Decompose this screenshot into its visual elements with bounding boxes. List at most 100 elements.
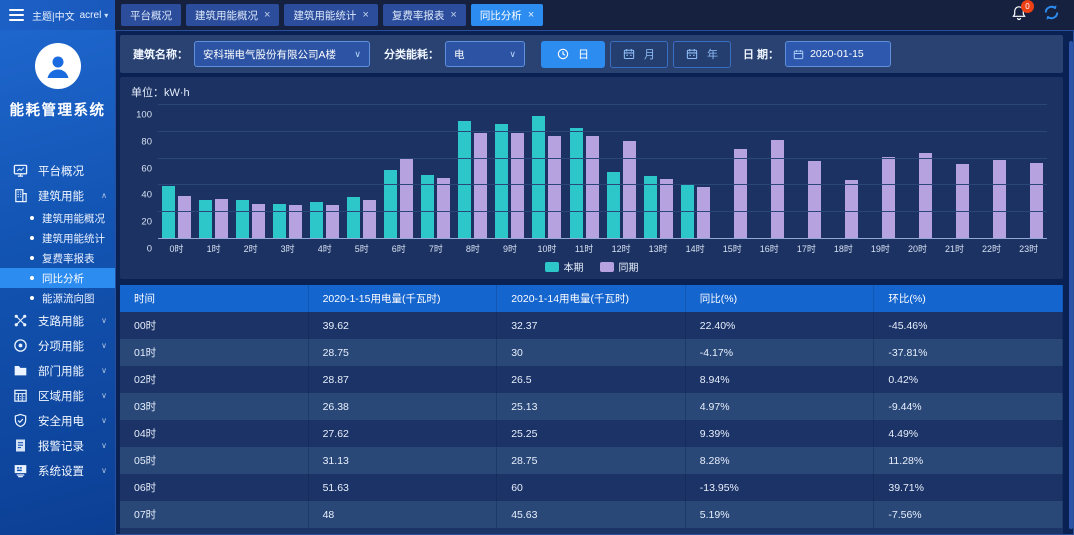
gridline: 40: [158, 184, 1047, 185]
sidebar-subitem-同比分析[interactable]: 同比分析: [0, 268, 115, 288]
user-menu[interactable]: acrel: [80, 10, 102, 21]
table-cell: -13.95%: [686, 474, 875, 501]
bar-group-11时: [566, 105, 603, 239]
tab-bar: 平台概况建筑用能概况×建筑用能统计×复费率报表×同比分析×: [121, 4, 1011, 26]
period-button-label: 年: [707, 46, 718, 62]
sidebar-subitem-建筑用能统计[interactable]: 建筑用能统计: [0, 228, 115, 248]
sidebar-subitem-建筑用能概况[interactable]: 建筑用能概况: [0, 208, 115, 228]
period-button-日[interactable]: 日: [541, 41, 605, 68]
tab-建筑用能概况[interactable]: 建筑用能概况 ×: [186, 4, 279, 26]
bar-本期: [458, 121, 471, 239]
table-cell: 11.28%: [874, 447, 1063, 474]
close-icon[interactable]: ×: [528, 9, 534, 21]
bar-本期: [199, 200, 212, 239]
bar-同期: [178, 196, 191, 239]
bar-本期: [607, 172, 620, 239]
table-cell: 51.63: [309, 474, 498, 501]
gridline: 60: [158, 158, 1047, 159]
x-axis-label: 7时: [417, 242, 454, 255]
refresh-icon[interactable]: [1043, 4, 1060, 26]
period-button-年[interactable]: 年: [673, 41, 731, 68]
table-header-cell: 时间: [120, 285, 309, 312]
settings-icon: [13, 463, 29, 479]
chevron-down-icon: ∨: [101, 316, 107, 325]
x-axis-label: 8时: [454, 242, 491, 255]
sidebar-item-报警记录[interactable]: 报警记录∨: [0, 433, 115, 458]
legend-item-本期[interactable]: 本期: [545, 259, 584, 274]
sidebar-item-分项用能[interactable]: 分项用能∨: [0, 333, 115, 358]
x-axis-label: 17时: [788, 242, 825, 255]
table-cell: 39.71%: [874, 474, 1063, 501]
tab-复费率报表[interactable]: 复费率报表 ×: [383, 4, 466, 26]
sidebar-subitem-能源流向图[interactable]: 能源流向图: [0, 288, 115, 308]
legend-item-同期[interactable]: 同期: [600, 259, 639, 274]
table-cell: 5.19%: [686, 501, 875, 528]
bullet-icon: [30, 236, 34, 240]
close-icon[interactable]: ×: [450, 9, 456, 21]
table-cell: -9.44%: [874, 393, 1063, 420]
sidebar-subitem-复费率报表[interactable]: 复费率报表: [0, 248, 115, 268]
bar-group-4时: [306, 105, 343, 239]
date-value: 2020-01-15: [810, 48, 864, 60]
sidebar-item-label: 部门用能: [38, 363, 101, 379]
sidebar-item-label: 安全用电: [38, 413, 101, 429]
building-select[interactable]: 安科瑞电气股份有限公司A楼 ∨: [194, 41, 370, 67]
x-axis-label: 15时: [714, 242, 751, 255]
bar-group-18时: [825, 105, 862, 239]
bar-本期: [644, 176, 657, 239]
bar-group-2时: [232, 105, 269, 239]
chevron-down-icon: ∨: [101, 416, 107, 425]
sidebar-item-建筑用能[interactable]: 建筑用能∧: [0, 183, 115, 208]
energy-type-select[interactable]: 电 ∨: [445, 41, 525, 67]
y-axis-tick: 100: [136, 110, 152, 121]
table-cell: 00时: [120, 312, 309, 339]
sidebar-item-平台概况[interactable]: 平台概况: [0, 158, 115, 183]
tab-label: 复费率报表: [392, 8, 445, 23]
bar-本期: [236, 200, 249, 239]
tab-建筑用能统计[interactable]: 建筑用能统计×: [284, 4, 377, 26]
tab-label: 建筑用能概况: [195, 8, 258, 23]
sidebar-item-支路用能[interactable]: 支路用能∨: [0, 308, 115, 333]
sidebar-item-区域用能[interactable]: 区域用能∨: [0, 383, 115, 408]
close-icon[interactable]: ×: [264, 9, 270, 21]
x-axis-label: 11时: [566, 242, 603, 255]
close-icon[interactable]: ×: [362, 9, 368, 21]
sidebar-item-系统设置[interactable]: 系统设置∨: [0, 458, 115, 483]
notification-bell-icon[interactable]: 0: [1011, 5, 1027, 26]
period-button-label: 月: [644, 46, 655, 62]
table-cell: -7.56%: [874, 501, 1063, 528]
building-icon: [13, 188, 29, 204]
table-cell: 45.63: [497, 501, 686, 528]
bar-group-20时: [899, 105, 936, 239]
table-header-cell: 2020-1-15用电量(千瓦时): [309, 285, 498, 312]
date-picker-input[interactable]: 2020-01-15: [785, 41, 891, 67]
table-header-cell: 2020-1-14用电量(千瓦时): [497, 285, 686, 312]
bar-group-13时: [640, 105, 677, 239]
calendar-icon: [793, 49, 804, 60]
bar-本期: [310, 202, 323, 239]
table-row-04时: 04时27.6225.259.39%4.49%: [120, 420, 1063, 447]
bar-group-10时: [528, 105, 565, 239]
bar-同期: [623, 141, 636, 239]
bar-同期: [771, 140, 784, 239]
energy-type-select-value: 电: [454, 47, 503, 62]
shield-icon: [13, 413, 29, 429]
theme-language-switch[interactable]: 主题|中文: [32, 8, 75, 23]
hamburger-menu-icon[interactable]: [9, 9, 24, 21]
table-header-cell: 同比(%): [686, 285, 875, 312]
table-header-row: 时间2020-1-15用电量(千瓦时)2020-1-14用电量(千瓦时)同比(%…: [120, 285, 1063, 312]
period-button-月[interactable]: 月: [610, 41, 668, 68]
x-axis-label: 20时: [899, 242, 936, 255]
avatar[interactable]: [35, 43, 81, 89]
bar-group-0时: [158, 105, 195, 239]
y-axis-tick: 60: [141, 163, 152, 174]
x-axis-label: 14时: [677, 242, 714, 255]
table-cell: 28.75: [497, 447, 686, 474]
sidebar-item-安全用电[interactable]: 安全用电∨: [0, 408, 115, 433]
sidebar-item-部门用能[interactable]: 部门用能∨: [0, 358, 115, 383]
tab-同比分析[interactable]: 同比分析×: [471, 4, 543, 26]
legend-swatch: [600, 262, 614, 272]
vertical-scrollbar[interactable]: [1069, 41, 1073, 529]
tab-平台概况[interactable]: 平台概况: [121, 4, 181, 26]
sidebar-subitem-label: 复费率报表: [42, 251, 95, 266]
